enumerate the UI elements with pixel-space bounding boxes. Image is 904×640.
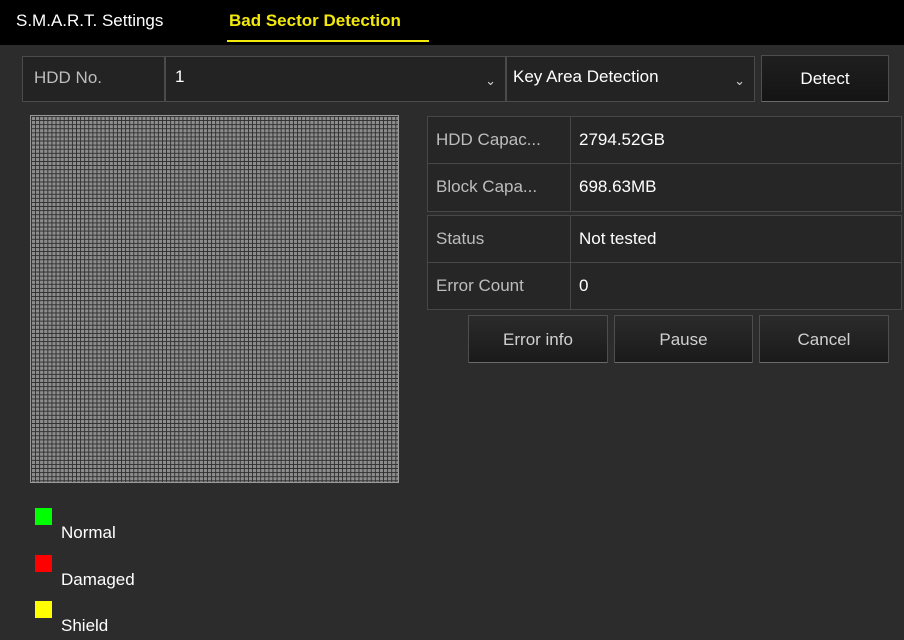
column-divider xyxy=(570,164,571,211)
tab-bar: S.M.A.R.T. Settings Bad Sector Detection xyxy=(0,0,904,45)
capacity-info-table: HDD Capac... 2794.52GB Block Capa... 698… xyxy=(427,116,902,212)
detect-button[interactable]: Detect xyxy=(761,55,889,102)
status-value: Not tested xyxy=(579,229,657,248)
block-capacity-row: Block Capa... 698.63MB xyxy=(428,164,901,211)
block-capacity-label: Block Capa... xyxy=(436,177,538,196)
hdd-number-label: HDD No. xyxy=(22,56,165,102)
column-divider xyxy=(570,216,571,262)
sector-grid-map xyxy=(30,115,399,483)
active-tab-indicator xyxy=(227,40,429,42)
chevron-down-icon: ⌄ xyxy=(485,73,496,88)
tab-smart-settings[interactable]: S.M.A.R.T. Settings xyxy=(16,11,163,31)
cancel-button[interactable]: Cancel xyxy=(759,315,889,363)
hdd-number-select[interactable]: 1 ⌄ xyxy=(165,56,506,102)
chevron-down-icon: ⌄ xyxy=(734,73,745,88)
error-count-label: Error Count xyxy=(436,276,524,295)
column-divider xyxy=(570,263,571,310)
error-count-value: 0 xyxy=(579,276,589,295)
shield-swatch xyxy=(35,601,52,618)
status-info-table: Status Not tested Error Count 0 xyxy=(427,215,902,310)
hdd-capacity-value: 2794.52GB xyxy=(579,130,666,149)
detection-mode-value: Key Area Detection xyxy=(513,67,659,86)
legend-shield-label: Shield xyxy=(61,616,109,635)
hdd-capacity-row: HDD Capac... 2794.52GB xyxy=(428,117,901,164)
hdd-capacity-label: HDD Capac... xyxy=(436,130,541,149)
legend-normal-label: Normal xyxy=(61,523,116,542)
block-capacity-value: 698.63MB xyxy=(579,177,657,196)
damaged-swatch xyxy=(35,555,52,572)
column-divider xyxy=(570,117,571,163)
legend-damaged-label: Damaged xyxy=(61,570,135,589)
normal-swatch xyxy=(35,508,52,525)
hdd-number-value: 1 xyxy=(175,67,185,86)
tab-bad-sector-detection[interactable]: Bad Sector Detection xyxy=(229,11,401,31)
pause-button[interactable]: Pause xyxy=(614,315,753,363)
error-count-row: Error Count 0 xyxy=(428,263,901,310)
detection-mode-select[interactable]: Key Area Detection ⌄ xyxy=(506,56,755,102)
status-label: Status xyxy=(436,229,485,248)
status-row: Status Not tested xyxy=(428,216,901,263)
error-info-button[interactable]: Error info xyxy=(468,315,608,363)
